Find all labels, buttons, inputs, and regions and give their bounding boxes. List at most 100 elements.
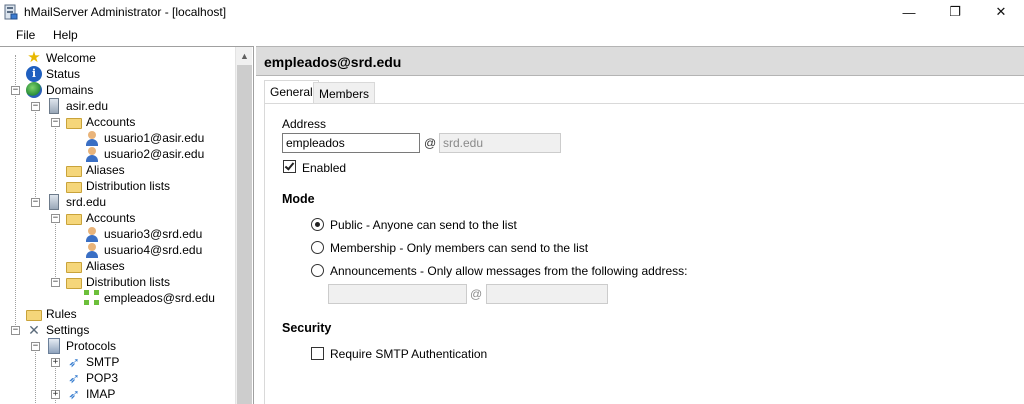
collapse-toggle[interactable]: −: [31, 198, 40, 207]
tree-item-label: SMTP: [86, 355, 120, 369]
expand-toggle[interactable]: +: [51, 358, 60, 367]
tree-item-label: srd.edu: [66, 195, 107, 209]
tab-members[interactable]: Members: [313, 82, 376, 104]
tree-item-imap[interactable]: ➶ IMAP: [66, 386, 115, 402]
require-smtp-auth-checkbox[interactable]: [311, 347, 324, 360]
maximize-button[interactable]: ❐: [932, 0, 978, 24]
details-header: empleados@srd.edu: [256, 46, 1024, 76]
radio-selected-dot: [315, 222, 320, 227]
tree-item-label: Welcome: [46, 51, 96, 65]
feather-icon: ➶: [68, 370, 80, 386]
folder-icon: [66, 214, 82, 225]
tree-item-domain-srd[interactable]: srd.edu: [46, 194, 106, 210]
tree-item-status[interactable]: i Status: [26, 66, 80, 82]
tree-item-aliases[interactable]: Aliases: [66, 258, 125, 274]
user-icon: [84, 146, 100, 162]
title-bar: hMailServer Administrator - [localhost] …: [0, 0, 1024, 24]
collapse-toggle[interactable]: −: [31, 342, 40, 351]
tree-item-label: Settings: [46, 323, 90, 337]
tree-item-label: Rules: [46, 307, 77, 321]
tree-item-smtp[interactable]: ➶ SMTP: [66, 354, 119, 370]
tree-item-label: empleados@srd.edu: [104, 291, 215, 305]
feather-icon: ➶: [68, 386, 80, 402]
tree-item-label: Domains: [46, 83, 94, 97]
domain-input: [439, 133, 561, 153]
tree-item-accounts[interactable]: Accounts: [66, 114, 135, 130]
tree-item-label: Status: [46, 67, 81, 81]
tree-item-label: Accounts: [86, 115, 136, 129]
announcement-user-input: [328, 284, 467, 304]
tree-item-rules[interactable]: Rules: [26, 306, 77, 322]
tree-item-label: IMAP: [86, 387, 116, 401]
server-icon: [49, 194, 59, 210]
tree-item-label: Accounts: [86, 211, 136, 225]
security-heading: Security: [282, 321, 332, 335]
tree-item-label: Distribution lists: [86, 275, 171, 289]
tree-item-account[interactable]: usuario4@srd.edu: [84, 242, 202, 258]
tree-item-settings[interactable]: ✕ Settings: [26, 322, 89, 338]
tree-scrollbar[interactable]: ▲: [235, 47, 252, 404]
navigation-tree[interactable]: ★ Welcome i Status − Domains − asir.edu …: [0, 46, 254, 404]
tree-item-welcome[interactable]: ★ Welcome: [26, 50, 96, 66]
tree-line: [55, 119, 56, 191]
window-title: hMailServer Administrator - [localhost]: [24, 5, 227, 19]
tree-item-label: usuario1@asir.edu: [104, 131, 205, 145]
close-button[interactable]: ✕: [978, 0, 1024, 24]
tree-item-label: Aliases: [86, 259, 125, 273]
tree-item-label: usuario4@srd.edu: [104, 243, 203, 257]
tab-general[interactable]: General: [264, 80, 319, 104]
collapse-toggle[interactable]: −: [11, 326, 20, 335]
tree-item-accounts[interactable]: Accounts: [66, 210, 135, 226]
menu-file[interactable]: File: [16, 28, 35, 42]
tree-item-list-selected[interactable]: empleados@srd.edu: [84, 290, 215, 306]
mode-announcements-label: Announcements - Only allow messages from…: [330, 264, 688, 278]
folder-icon: [26, 310, 42, 321]
tree-item-domain-asir[interactable]: asir.edu: [46, 98, 108, 114]
check-mark-icon: [284, 160, 295, 171]
user-icon: [84, 226, 100, 242]
tree-item-protocols[interactable]: Protocols: [46, 338, 116, 354]
tree-item-distribution-lists[interactable]: Distribution lists: [66, 274, 170, 290]
details-pane: empleados@srd.edu General Members Addres…: [256, 46, 1024, 404]
menu-bar: File Help: [0, 24, 1024, 46]
distribution-list-icon: [84, 290, 100, 306]
tree-item-account[interactable]: usuario1@asir.edu: [84, 130, 204, 146]
minimize-button[interactable]: —: [886, 0, 932, 24]
tree-item-label: asir.edu: [66, 99, 109, 113]
collapse-toggle[interactable]: −: [31, 102, 40, 111]
tree-item-label: POP3: [86, 371, 119, 385]
tree-line: [15, 55, 16, 335]
tree-item-distribution-lists[interactable]: Distribution lists: [66, 178, 170, 194]
menu-help[interactable]: Help: [53, 28, 78, 42]
feather-icon: ➶: [68, 354, 80, 370]
mode-public-radio[interactable]: [311, 218, 324, 231]
tree-item-aliases[interactable]: Aliases: [66, 162, 125, 178]
globe-icon: [26, 82, 42, 98]
tree-item-label: Distribution lists: [86, 179, 171, 193]
tree-item-domains[interactable]: Domains: [26, 82, 93, 98]
scroll-up-arrow-icon[interactable]: ▲: [236, 47, 253, 64]
protocols-icon: [48, 338, 60, 354]
collapse-toggle[interactable]: −: [51, 214, 60, 223]
tree-item-account[interactable]: usuario2@asir.edu: [84, 146, 204, 162]
tree-item-account[interactable]: usuario3@srd.edu: [84, 226, 202, 242]
folder-icon: [66, 182, 82, 193]
mode-membership-radio[interactable]: [311, 241, 324, 254]
enabled-checkbox[interactable]: [283, 160, 296, 173]
collapse-toggle[interactable]: −: [51, 118, 60, 127]
mode-announcements-radio[interactable]: [311, 264, 324, 277]
expand-toggle[interactable]: +: [51, 390, 60, 399]
info-icon: i: [26, 66, 42, 82]
collapse-toggle[interactable]: −: [51, 278, 60, 287]
general-tab-panel: Address @ Enabled Mode Public - Anyone c…: [264, 103, 1024, 404]
folder-icon: [66, 118, 82, 129]
folder-icon: [66, 278, 82, 289]
enabled-label: Enabled: [302, 161, 347, 175]
server-icon: [49, 98, 59, 114]
collapse-toggle[interactable]: −: [11, 86, 20, 95]
address-input[interactable]: [282, 133, 420, 153]
announcement-domain-input: [486, 284, 608, 304]
scroll-thumb[interactable]: [237, 65, 252, 404]
tree-item-pop3[interactable]: ➶ POP3: [66, 370, 118, 386]
page-title: empleados@srd.edu: [264, 54, 402, 70]
